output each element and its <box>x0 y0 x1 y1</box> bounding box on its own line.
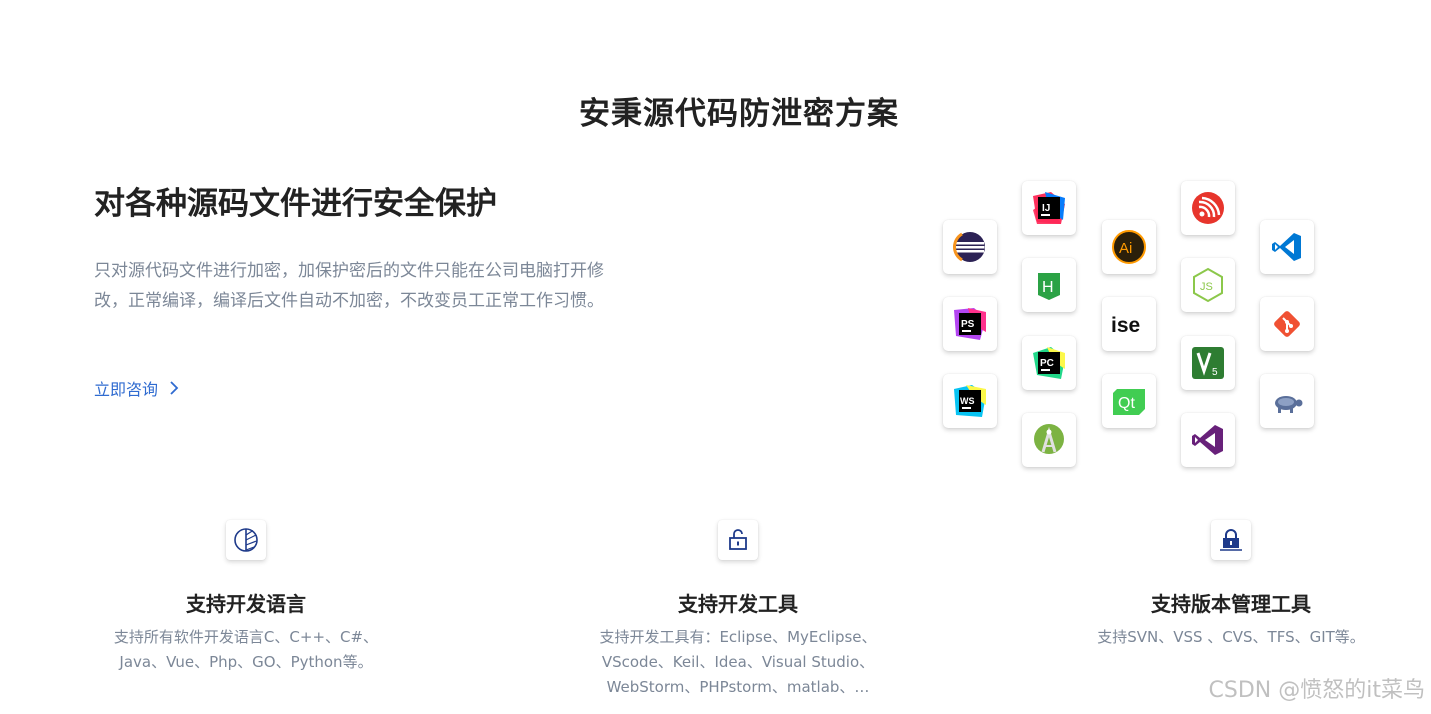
tool-tile-ise: ise <box>1102 297 1156 351</box>
unlock-icon <box>729 529 747 550</box>
tool-tile-tortoise <box>1260 374 1314 428</box>
lock-icon <box>1220 529 1242 551</box>
tool-tile-hbuilder: H <box>1022 258 1076 312</box>
tool-tile-espressif <box>1181 181 1235 235</box>
vivado-label: 5 <box>1212 367 1218 378</box>
feature-languages: 支持开发语言 支持所有软件开发语言C、C++、C#、 Java、Vue、Php、… <box>56 520 436 675</box>
tortoise-svn-icon <box>1275 396 1303 413</box>
feature-description: 支持所有软件开发语言C、C++、C#、 Java、Vue、Php、GO、Pyth… <box>56 625 436 675</box>
qt-icon: Qt <box>1113 389 1145 415</box>
vivado-icon: 5 <box>1192 347 1224 379</box>
tool-tile-nodejs: JS <box>1181 258 1235 312</box>
hero-description: 只对源代码文件进行加密，加保护密后的文件只能在公司电脑打开修改，正常编译，编译后… <box>94 261 604 311</box>
tool-tile-android-studio <box>1022 413 1076 467</box>
tool-tile-visual-studio <box>1181 413 1235 467</box>
pie-chart-icon <box>234 528 258 552</box>
feature-title: 支持开发语言 <box>186 592 306 616</box>
espressif-icon <box>1192 192 1224 224</box>
pycharm-icon: PC <box>1033 347 1065 379</box>
hbuilder-label: H <box>1042 279 1054 296</box>
ise-icon: ise <box>1111 314 1140 337</box>
tool-tile-eclipse <box>943 220 997 274</box>
tool-tile-phpstorm: PS <box>943 297 997 351</box>
visual-studio-icon <box>1192 425 1223 455</box>
consult-link[interactable]: 立即咨询 <box>94 376 180 400</box>
git-icon <box>1274 311 1300 337</box>
feature-description: 支持开发工具有：Eclipse、MyEclipse、 VScode、Keil、I… <box>548 625 928 700</box>
phpstorm-icon: PS <box>954 308 986 340</box>
webstorm-icon: WS <box>954 385 986 417</box>
feature-title: 支持版本管理工具 <box>1151 592 1311 616</box>
tool-tile-git <box>1260 297 1314 351</box>
feature-desc-line: Java、Vue、Php、GO、Python等。 <box>119 653 373 671</box>
tool-tile-webstorm: WS <box>943 374 997 428</box>
page-title: 安秉源代码防泄密方案 <box>579 96 899 132</box>
webstorm-label: WS <box>960 396 975 406</box>
watermark: CSDN @愤怒的it菜鸟 <box>1208 678 1425 703</box>
phpstorm-label: PS <box>961 319 975 330</box>
feature-desc-line: VScode、Keil、Idea、Visual Studio、 <box>601 653 875 671</box>
nodejs-label: JS <box>1200 281 1213 293</box>
nodejs-icon: JS <box>1193 267 1223 303</box>
feature-version-control: 支持版本管理工具 支持SVN、VSS 、CVS、TFS、GIT等。 <box>1041 520 1421 650</box>
feature-tools: 支持开发工具 支持开发工具有：Eclipse、MyEclipse、 VScode… <box>548 520 928 700</box>
tool-tile-intellij: IJ <box>1022 181 1076 235</box>
hbuilder-icon: H <box>1038 273 1060 300</box>
vscode-icon <box>1272 233 1301 261</box>
feature-icon-box <box>1211 520 1251 560</box>
tool-tile-vscode <box>1260 220 1314 274</box>
tool-tile-qt: Qt <box>1102 374 1156 428</box>
feature-title: 支持开发工具 <box>678 592 798 616</box>
feature-desc-line: WebStorm、PHPstorm、matlab、… <box>606 678 870 696</box>
qt-label: Qt <box>1118 395 1135 412</box>
illustrator-label: Ai <box>1119 240 1132 257</box>
feature-icon-box <box>226 520 266 560</box>
feature-desc-line: 支持SVN、VSS 、CVS、TFS、GIT等。 <box>1097 628 1365 646</box>
tool-tile-vivado: 5 <box>1181 336 1235 390</box>
feature-icon-box <box>718 520 758 560</box>
intellij-label: IJ <box>1042 203 1050 214</box>
pycharm-label: PC <box>1040 358 1054 369</box>
eclipse-icon <box>952 232 985 262</box>
tool-tile-illustrator: Ai <box>1102 220 1156 274</box>
hero-heading: 对各种源码文件进行安全保护 <box>94 186 497 222</box>
feature-desc-line: 支持所有软件开发语言C、C++、C#、 <box>113 628 379 646</box>
chevron-right-icon <box>170 381 179 395</box>
illustrator-icon: Ai <box>1112 230 1146 264</box>
feature-description: 支持SVN、VSS 、CVS、TFS、GIT等。 <box>1041 625 1421 650</box>
feature-desc-line: 支持开发工具有：Eclipse、MyEclipse、 <box>599 628 877 646</box>
consult-link-label: 立即咨询 <box>94 380 159 399</box>
ise-label: ise <box>1111 314 1140 337</box>
tool-tile-pycharm: PC <box>1022 336 1076 390</box>
android-studio-icon <box>1034 424 1064 454</box>
intellij-idea-icon: IJ <box>1033 192 1065 224</box>
